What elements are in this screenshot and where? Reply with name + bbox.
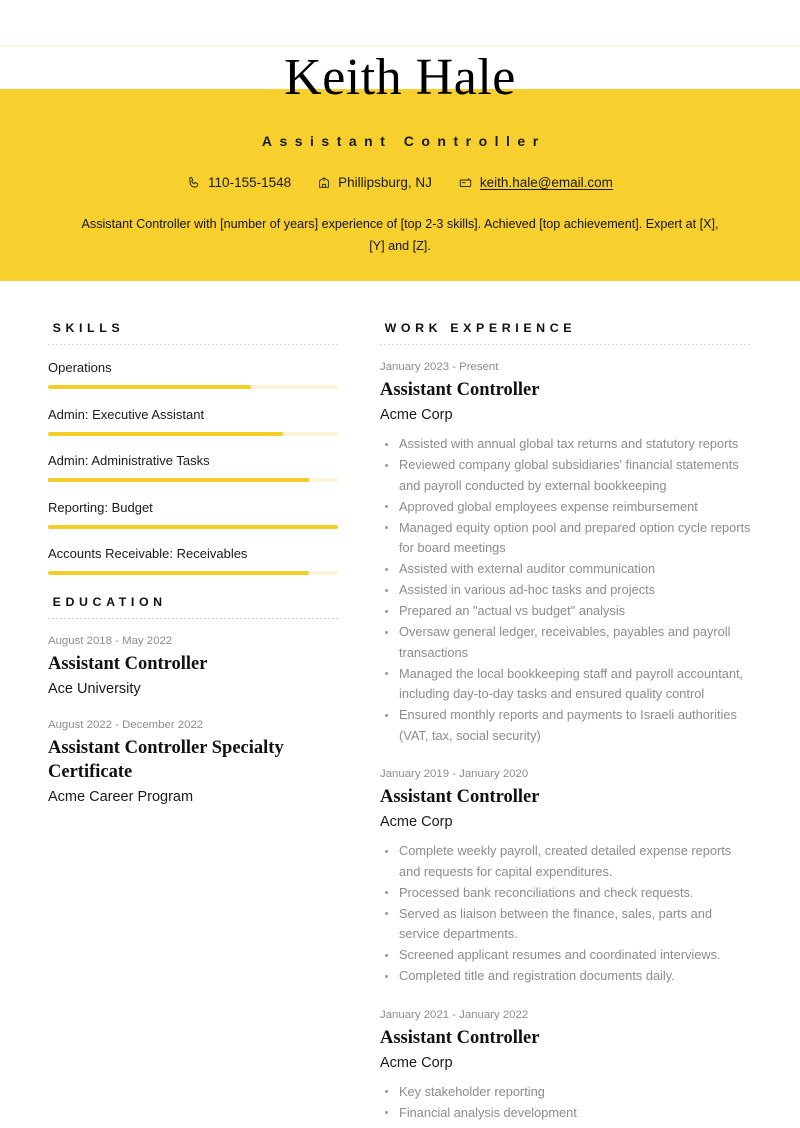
entry-bullet: Assisted with annual global tax returns … bbox=[380, 434, 752, 455]
entry-organization: Acme Corp bbox=[380, 407, 453, 423]
location-icon bbox=[317, 176, 331, 190]
profile-summary: Assistant Controller with [number of yea… bbox=[81, 217, 719, 253]
skill-level-track bbox=[48, 385, 338, 389]
contact-row: 110-155-1548 Phillipsburg, NJ keith.hale… bbox=[0, 175, 800, 190]
mail-icon bbox=[458, 176, 473, 190]
entry-bullet-list: Key stakeholder reporting Financial analy… bbox=[380, 1082, 752, 1128]
work-section-title: Work Experience bbox=[384, 321, 577, 335]
entry-bullet: Processed bank reconciliations and check… bbox=[380, 883, 752, 904]
entry-date: August 2018 - May 2022 bbox=[48, 635, 173, 647]
skills-section: Skills Operations Admin: Executive Assist… bbox=[48, 321, 338, 575]
work-list: January 2023 - Present Assistant Controll… bbox=[380, 359, 752, 1128]
entry-bullet: Assisted with external auditor communica… bbox=[380, 559, 752, 580]
entry-bullet: Managed equity option pool and prepared … bbox=[380, 518, 752, 559]
education-section-title: Education bbox=[52, 595, 167, 609]
entry-bullet: Financial analysis development bbox=[380, 1103, 752, 1124]
contact-email-value[interactable]: keith.hale@email.com bbox=[480, 175, 613, 190]
skill-level-fill bbox=[48, 571, 309, 575]
entry-bullet: Managed the local bookkeeping staff and … bbox=[380, 664, 752, 705]
contact-phone-value: 110-155-1548 bbox=[208, 175, 292, 190]
skills-list: Operations Admin: Executive Assistant Admi… bbox=[48, 359, 338, 575]
entry-organization: Acme Career Program bbox=[48, 789, 194, 805]
right-column: Work Experience January 2023 - Present As… bbox=[380, 321, 752, 1128]
education-entry: August 2022 - December 2022 Assistant Con… bbox=[48, 717, 338, 808]
entry-bullet: Prepared an "actual vs budget" analysis bbox=[380, 601, 752, 622]
skill-name: Operations bbox=[48, 360, 112, 375]
contact-location: Phillipsburg, NJ bbox=[317, 175, 432, 190]
entry-bullet: Screened applicant resumes and coordinat… bbox=[380, 945, 752, 966]
resume-header: Keith Hale Assistant Controller 110-155-… bbox=[0, 0, 800, 281]
skill-level-fill bbox=[48, 524, 338, 529]
skill-item: Admin: Administrative Tasks bbox=[48, 452, 338, 482]
skill-level-fill bbox=[48, 478, 309, 482]
entry-bullet: Oversaw general ledger, receivables, pay… bbox=[380, 622, 752, 663]
section-divider bbox=[48, 344, 338, 345]
education-entry: August 2018 - May 2022 Assistant Controll… bbox=[48, 633, 338, 700]
contact-email[interactable]: keith.hale@email.com bbox=[458, 175, 613, 190]
entry-organization: Acme Corp bbox=[380, 1054, 453, 1071]
left-column: Skills Operations Admin: Executive Assist… bbox=[48, 321, 338, 1128]
section-divider bbox=[48, 618, 338, 619]
resume-page: Keith Hale Assistant Controller 110-155-… bbox=[0, 0, 800, 1128]
entry-bullet: Key stakeholder reporting bbox=[380, 1082, 752, 1103]
entry-title: Assistant Controller bbox=[380, 787, 540, 807]
phone-icon bbox=[187, 176, 201, 190]
skill-level-track bbox=[48, 431, 338, 436]
entry-bullet: Completed title and registration documen… bbox=[380, 966, 752, 987]
contact-location-value: Phillipsburg, NJ bbox=[338, 175, 432, 190]
skill-item: Operations bbox=[48, 359, 338, 389]
entry-bullet: Served as liaison between the finance, s… bbox=[380, 904, 752, 945]
entry-bullet-list: Assisted with annual global tax returns … bbox=[380, 434, 752, 746]
resume-body: Skills Operations Admin: Executive Assist… bbox=[0, 281, 800, 1128]
entry-bullet-list: Complete weekly payroll, created detaile… bbox=[380, 841, 752, 987]
entry-bullet: Cash flow forecasting bbox=[380, 1124, 752, 1128]
entry-bullet: Approved global employees expense reimbu… bbox=[380, 497, 752, 518]
entry-bullet: Complete weekly payroll, created detaile… bbox=[380, 841, 752, 882]
skill-level-fill bbox=[48, 385, 251, 389]
entry-date: January 2023 - Present bbox=[380, 361, 499, 373]
work-entry: January 2021 - January 2022 Assistant Con… bbox=[380, 1007, 752, 1128]
contact-phone[interactable]: 110-155-1548 bbox=[187, 175, 291, 190]
work-experience-section: Work Experience January 2023 - Present As… bbox=[380, 321, 752, 1128]
education-list: August 2018 - May 2022 Assistant Controll… bbox=[48, 633, 338, 808]
entry-bullet: Reviewed company global subsidiaries' fi… bbox=[380, 455, 752, 496]
entry-bullet: Assisted in various ad-hoc tasks and pro… bbox=[380, 580, 752, 601]
entry-date: January 2019 - January 2020 bbox=[380, 768, 529, 780]
skill-level-fill bbox=[48, 431, 283, 436]
skill-level-track bbox=[48, 478, 338, 482]
section-divider bbox=[380, 344, 752, 345]
entry-title: Assistant Controller bbox=[48, 654, 208, 674]
education-section: Education August 2018 - May 2022 Assistan… bbox=[48, 595, 338, 808]
skill-name: Reporting: Budget bbox=[48, 499, 153, 515]
entry-organization: Acme Corp bbox=[380, 814, 453, 830]
candidate-job-title: Assistant Controller bbox=[261, 133, 546, 149]
skill-name: Admin: Executive Assistant bbox=[48, 406, 205, 422]
skill-item: Accounts Receivable: Receivables bbox=[48, 545, 338, 575]
entry-bullet: Ensured monthly reports and payments to … bbox=[380, 705, 752, 746]
entry-date: August 2022 - December 2022 bbox=[48, 719, 204, 731]
skill-level-track bbox=[48, 524, 338, 529]
entry-title: Assistant Controller Specialty Certifica… bbox=[48, 738, 284, 782]
skills-section-title: Skills bbox=[52, 321, 125, 335]
work-entry: January 2019 - January 2020 Assistant Con… bbox=[380, 766, 752, 987]
candidate-name: Keith Hale bbox=[284, 49, 516, 106]
skill-name: Admin: Administrative Tasks bbox=[48, 453, 210, 468]
entry-date: January 2021 - January 2022 bbox=[380, 1008, 529, 1021]
work-entry: January 2023 - Present Assistant Controll… bbox=[380, 359, 752, 746]
skill-item: Reporting: Budget bbox=[48, 499, 338, 529]
entry-title: Assistant Controller bbox=[380, 1027, 540, 1048]
skill-item: Admin: Executive Assistant bbox=[48, 406, 338, 436]
skill-level-track bbox=[48, 571, 338, 575]
entry-title: Assistant Controller bbox=[380, 380, 540, 400]
entry-organization: Ace University bbox=[48, 681, 141, 697]
skill-name: Accounts Receivable: Receivables bbox=[48, 546, 248, 561]
